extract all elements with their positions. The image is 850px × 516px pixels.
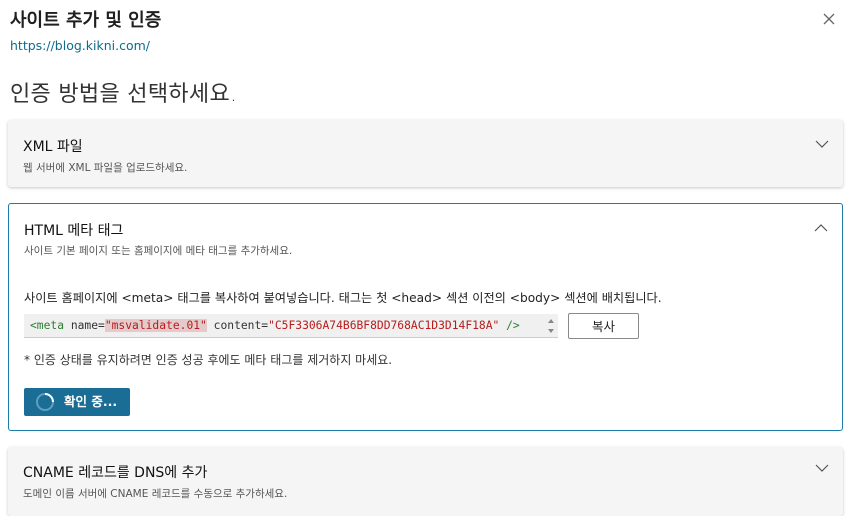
chevron-down-icon[interactable] [815, 139, 829, 149]
page-heading: 인증 방법을 선택하세요. [10, 82, 238, 107]
chevron-down-icon[interactable] [815, 463, 829, 473]
code-name-attr: name= [70, 319, 105, 332]
code-close-tag: /> [499, 319, 520, 332]
close-button[interactable] [818, 8, 840, 30]
spinner-icon [36, 393, 54, 411]
verify-button-label: 확인 중... [64, 394, 118, 409]
close-icon[interactable] [818, 8, 840, 30]
code-content-attr: content= [206, 319, 269, 332]
code-open-tag: <meta [30, 319, 71, 332]
card-description: 사이트 기본 페이지 또는 홈페이지에 메타 태그를 추가하세요. [24, 245, 293, 257]
card-title: CNAME 레코드를 DNS에 추가 [23, 465, 208, 481]
verify-button[interactable]: 확인 중... [24, 388, 130, 416]
site-url: https://blog.kikni.com/ [10, 38, 150, 53]
meta-tag-code-field[interactable]: <meta name="msvalidate.01" content="C5F3… [24, 314, 558, 338]
card-description: 도메인 이름 서버에 CNAME 레코드를 수동으로 추가하세요. [23, 488, 288, 500]
dialog-title: 사이트 추가 및 인증 [10, 10, 162, 31]
method-card-xml[interactable]: XML 파일 웹 서버에 XML 파일을 업로드하세요. [8, 120, 843, 187]
card-description: 웹 서버에 XML 파일을 업로드하세요. [23, 162, 188, 174]
card-title: HTML 메타 태그 [24, 223, 124, 239]
method-card-html-meta: HTML 메타 태그 사이트 기본 페이지 또는 홈페이지에 메타 태그를 추가… [8, 203, 843, 431]
meta-note: * 인증 상태를 유지하려면 인증 성공 후에도 메타 태그를 제거하지 마세요… [24, 353, 393, 367]
card-title: XML 파일 [23, 139, 83, 155]
chevron-up-icon[interactable] [814, 223, 828, 233]
code-name-value: "msvalidate.01" [104, 319, 207, 332]
copy-button[interactable]: 복사 [568, 313, 639, 339]
code-content-value: "C5F3306A74B6BF8DD768AC1D3D14F18A" [268, 319, 500, 332]
meta-instruction: 사이트 홈페이지에 <meta> 태그를 복사하여 붙여넣습니다. 태그는 첫 … [24, 291, 662, 305]
scroll-arrows-icon[interactable] [546, 316, 556, 336]
method-card-cname[interactable]: CNAME 레코드를 DNS에 추가 도메인 이름 서버에 CNAME 레코드를… [8, 447, 843, 516]
